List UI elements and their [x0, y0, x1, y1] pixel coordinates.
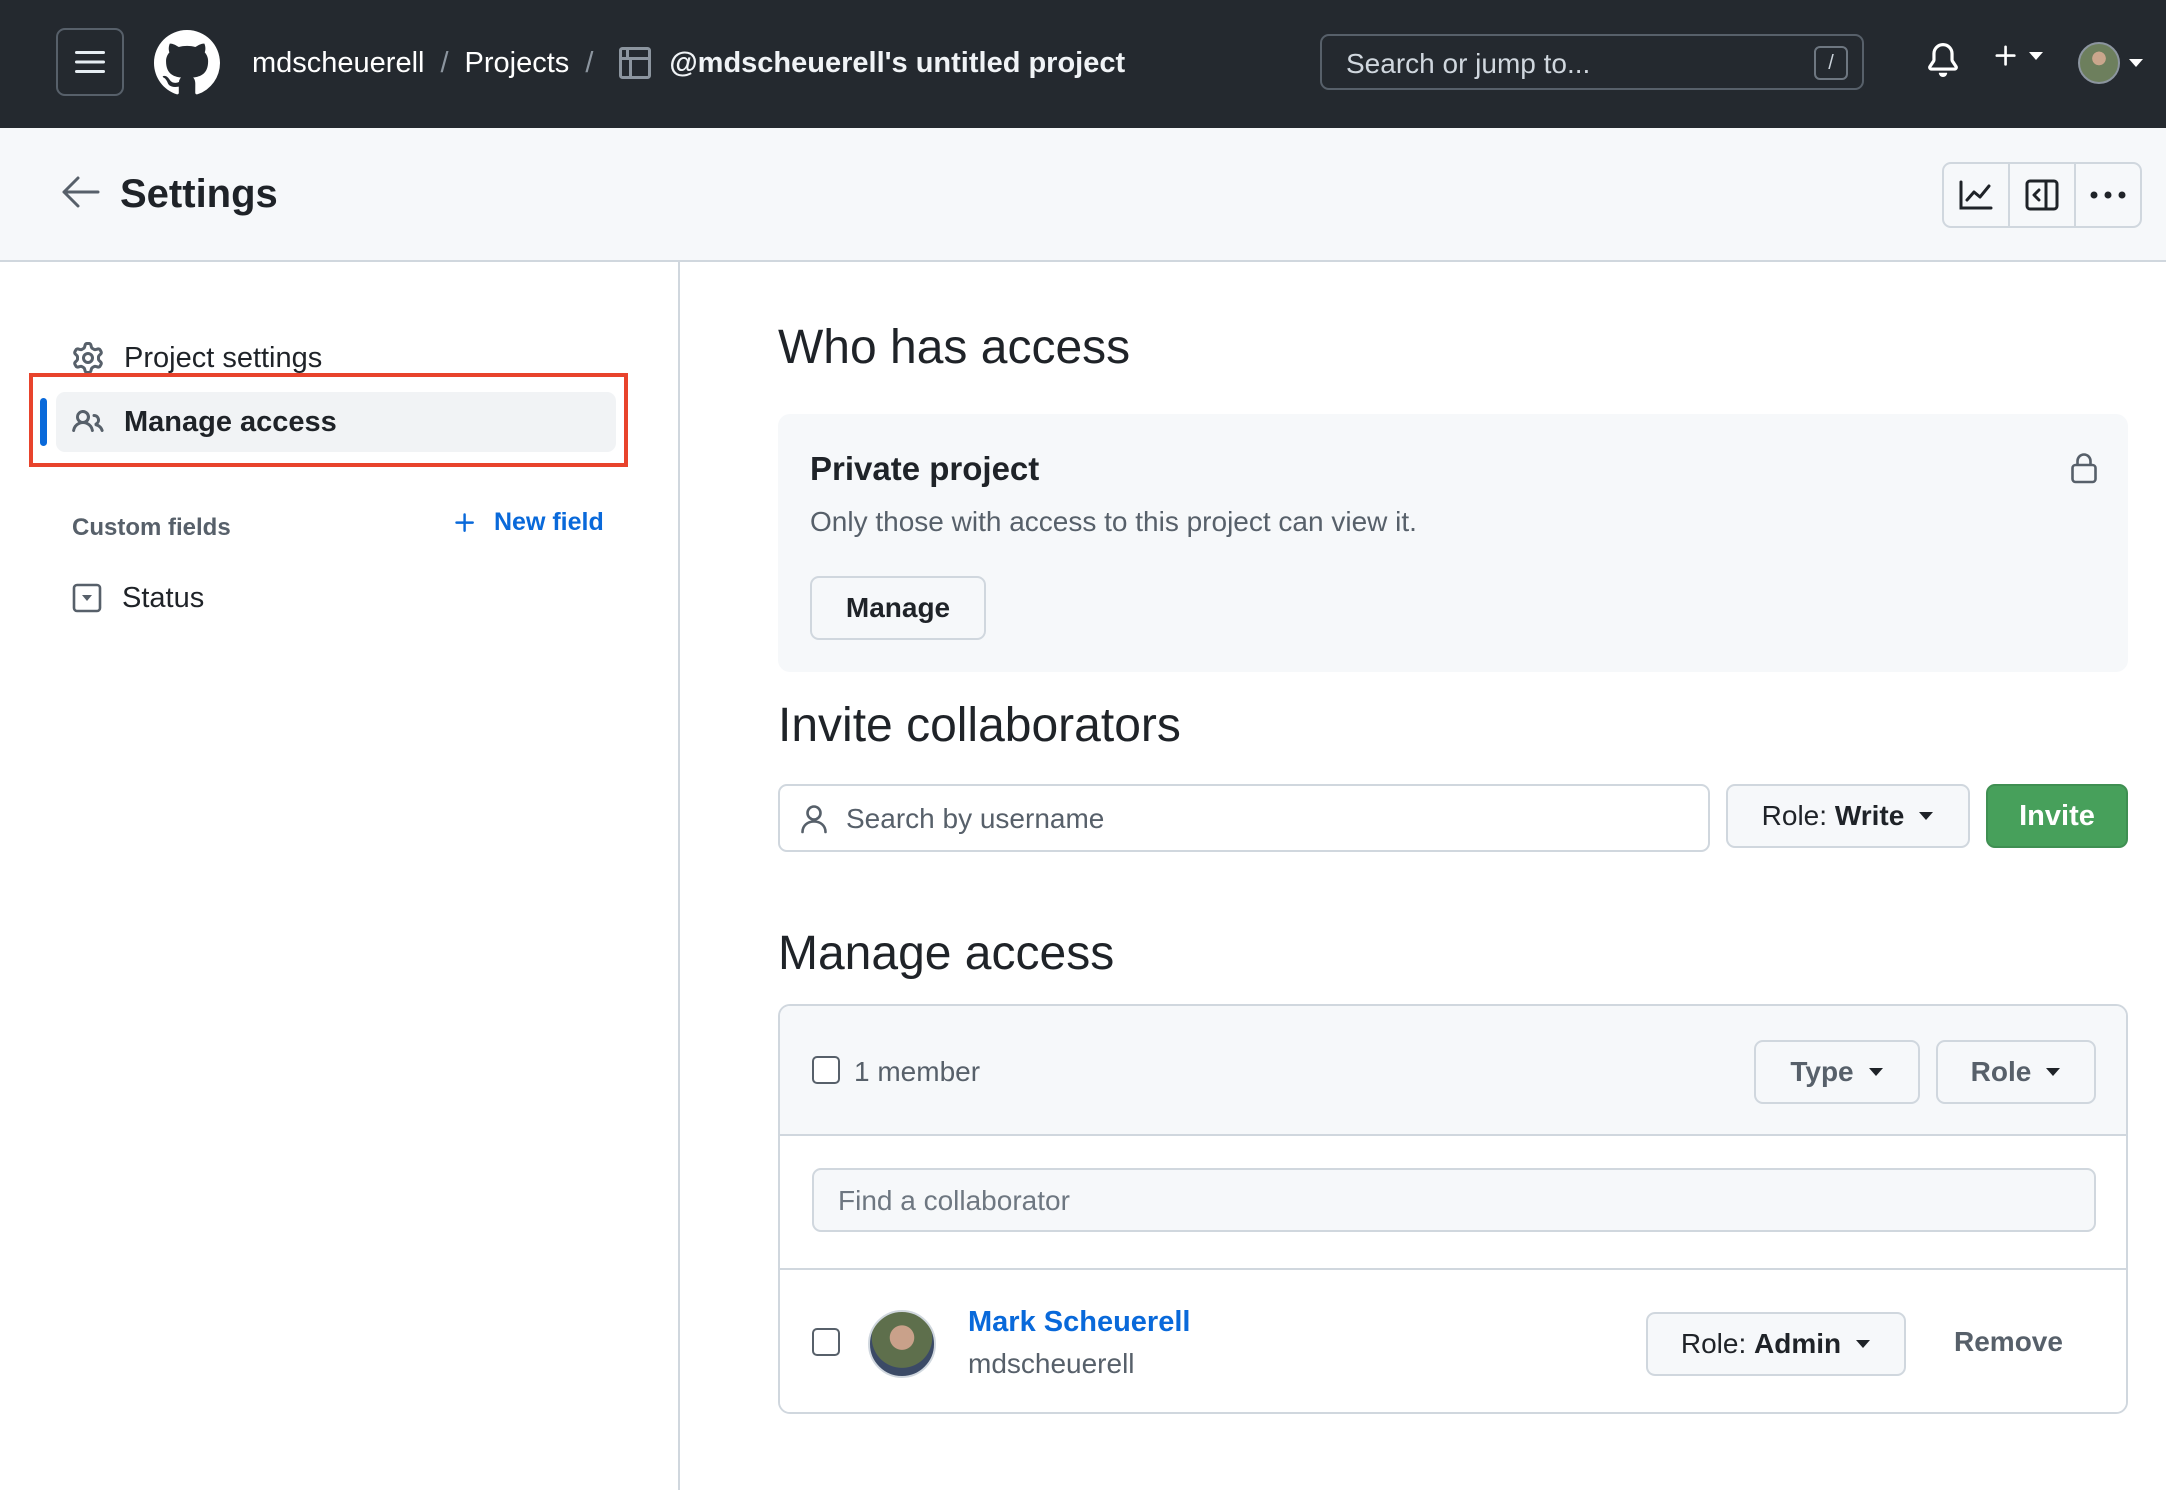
visibility-title: Private project — [810, 450, 1040, 487]
member-name-link[interactable]: Mark Scheuerell — [968, 1306, 1190, 1339]
username-search-input[interactable]: Search by username — [778, 784, 1710, 852]
gear-icon — [73, 342, 103, 374]
caret-down-icon — [1919, 812, 1934, 820]
breadcrumb-separator: / — [585, 46, 594, 79]
sidebar-item-label: Status — [122, 581, 205, 614]
find-collaborator-input[interactable]: Find a collaborator — [812, 1168, 2096, 1232]
person-icon — [800, 804, 828, 834]
table-row: Mark Scheuerell mdscheuerell Role: Admin… — [780, 1270, 2126, 1412]
breadcrumb-separator: / — [440, 46, 449, 79]
menu-button[interactable] — [56, 28, 124, 96]
plus-icon — [455, 512, 474, 532]
settings-sidebar: Project settings Manage access Custom fi… — [0, 262, 680, 1490]
sidebar-item-label: Project settings — [124, 341, 323, 374]
settings-header: Settings — [0, 128, 2166, 262]
plus-icon — [1995, 45, 2016, 66]
type-filter-dropdown[interactable]: Type — [1754, 1040, 1920, 1104]
find-collaborator-placeholder: Find a collaborator — [838, 1185, 1070, 1216]
caret-down-icon — [2046, 1068, 2061, 1076]
manage-button-label: Manage — [845, 592, 951, 623]
type-filter-label: Type — [1790, 1056, 1854, 1087]
table-icon — [619, 47, 652, 79]
new-field-button[interactable]: New field — [452, 508, 604, 537]
manage-visibility-button[interactable]: Manage — [810, 576, 986, 640]
caret-down-icon — [2129, 59, 2143, 67]
search-shortcut-key: / — [1814, 46, 1848, 80]
visibility-description: Only those with access to this project c… — [810, 506, 1417, 537]
sidebar-item-status-field[interactable]: Status — [56, 568, 616, 628]
highlight-annotation — [29, 373, 628, 467]
bell-icon — [1928, 43, 1958, 77]
global-search-input[interactable]: Search or jump to... / — [1320, 34, 1864, 90]
member-role-dropdown[interactable]: Role: Admin — [1646, 1312, 1906, 1376]
role-prefix: Role: — [1761, 800, 1828, 831]
back-button[interactable] — [60, 174, 100, 210]
avatar[interactable] — [868, 1310, 936, 1378]
invite-collaborators-heading: Invite collaborators — [778, 699, 1181, 752]
who-has-access-heading: Who has access — [778, 321, 1131, 374]
caret-down-icon — [1868, 1068, 1883, 1076]
user-menu-button[interactable] — [2078, 42, 2144, 84]
role-filter-label: Role — [1970, 1056, 2032, 1087]
create-new-button[interactable] — [1992, 42, 2044, 70]
role-prefix: Role: — [1680, 1328, 1747, 1359]
global-header: mdscheuerell / Projects / @mdscheuerell'… — [0, 0, 2166, 128]
notifications-button[interactable] — [1926, 42, 1960, 78]
role-value: Write — [1834, 800, 1905, 831]
view-button-group — [1942, 162, 2142, 228]
github-logo-icon[interactable] — [154, 30, 220, 96]
breadcrumb: mdscheuerell / Projects / @mdscheuerell'… — [252, 40, 1125, 86]
search-placeholder: Search or jump to... — [1346, 48, 1591, 79]
breadcrumb-projects[interactable]: Projects — [465, 47, 570, 80]
sidebar-toggle-button[interactable] — [2010, 164, 2076, 226]
members-list: 1 member Type Role Find a collaborator M… — [778, 1004, 2128, 1414]
username-search-placeholder: Search by username — [846, 803, 1105, 834]
graph-icon — [1959, 180, 1993, 210]
find-collaborator-row: Find a collaborator — [780, 1136, 2126, 1270]
new-field-label: New field — [494, 508, 604, 536]
role-value: Admin — [1754, 1328, 1842, 1359]
single-select-icon — [72, 583, 102, 613]
member-login: mdscheuerell — [968, 1348, 1135, 1379]
breadcrumb-owner[interactable]: mdscheuerell — [252, 47, 424, 80]
member-checkbox[interactable] — [812, 1328, 840, 1356]
remove-member-button[interactable]: Remove — [1954, 1326, 2063, 1358]
manage-access-heading: Manage access — [778, 927, 1115, 980]
page-title: Settings — [120, 172, 278, 216]
insights-button[interactable] — [1944, 164, 2010, 226]
visibility-card: Private project Only those with access t… — [778, 414, 2128, 672]
role-filter-dropdown[interactable]: Role — [1936, 1040, 2096, 1104]
invite-role-dropdown[interactable]: Role: Write — [1726, 784, 1970, 848]
more-options-button[interactable] — [2076, 164, 2140, 226]
arrow-left-icon — [62, 176, 100, 208]
select-all-checkbox[interactable] — [812, 1056, 840, 1084]
kebab-horizontal-icon — [2090, 191, 2126, 199]
avatar — [2078, 42, 2120, 84]
member-count: 1 member — [854, 1056, 981, 1087]
caret-down-icon — [1856, 1340, 1871, 1348]
project-title[interactable]: @mdscheuerell's untitled project — [669, 47, 1125, 80]
members-list-header: 1 member Type Role — [780, 1006, 2126, 1136]
invite-button-label: Invite — [2019, 799, 2095, 832]
custom-fields-heading: Custom fields — [72, 514, 231, 541]
lock-icon — [2070, 452, 2098, 484]
hamburger-icon — [75, 51, 105, 73]
sidebar-expand-icon — [2025, 179, 2059, 211]
caret-down-icon — [2029, 52, 2043, 60]
invite-button[interactable]: Invite — [1986, 784, 2128, 848]
